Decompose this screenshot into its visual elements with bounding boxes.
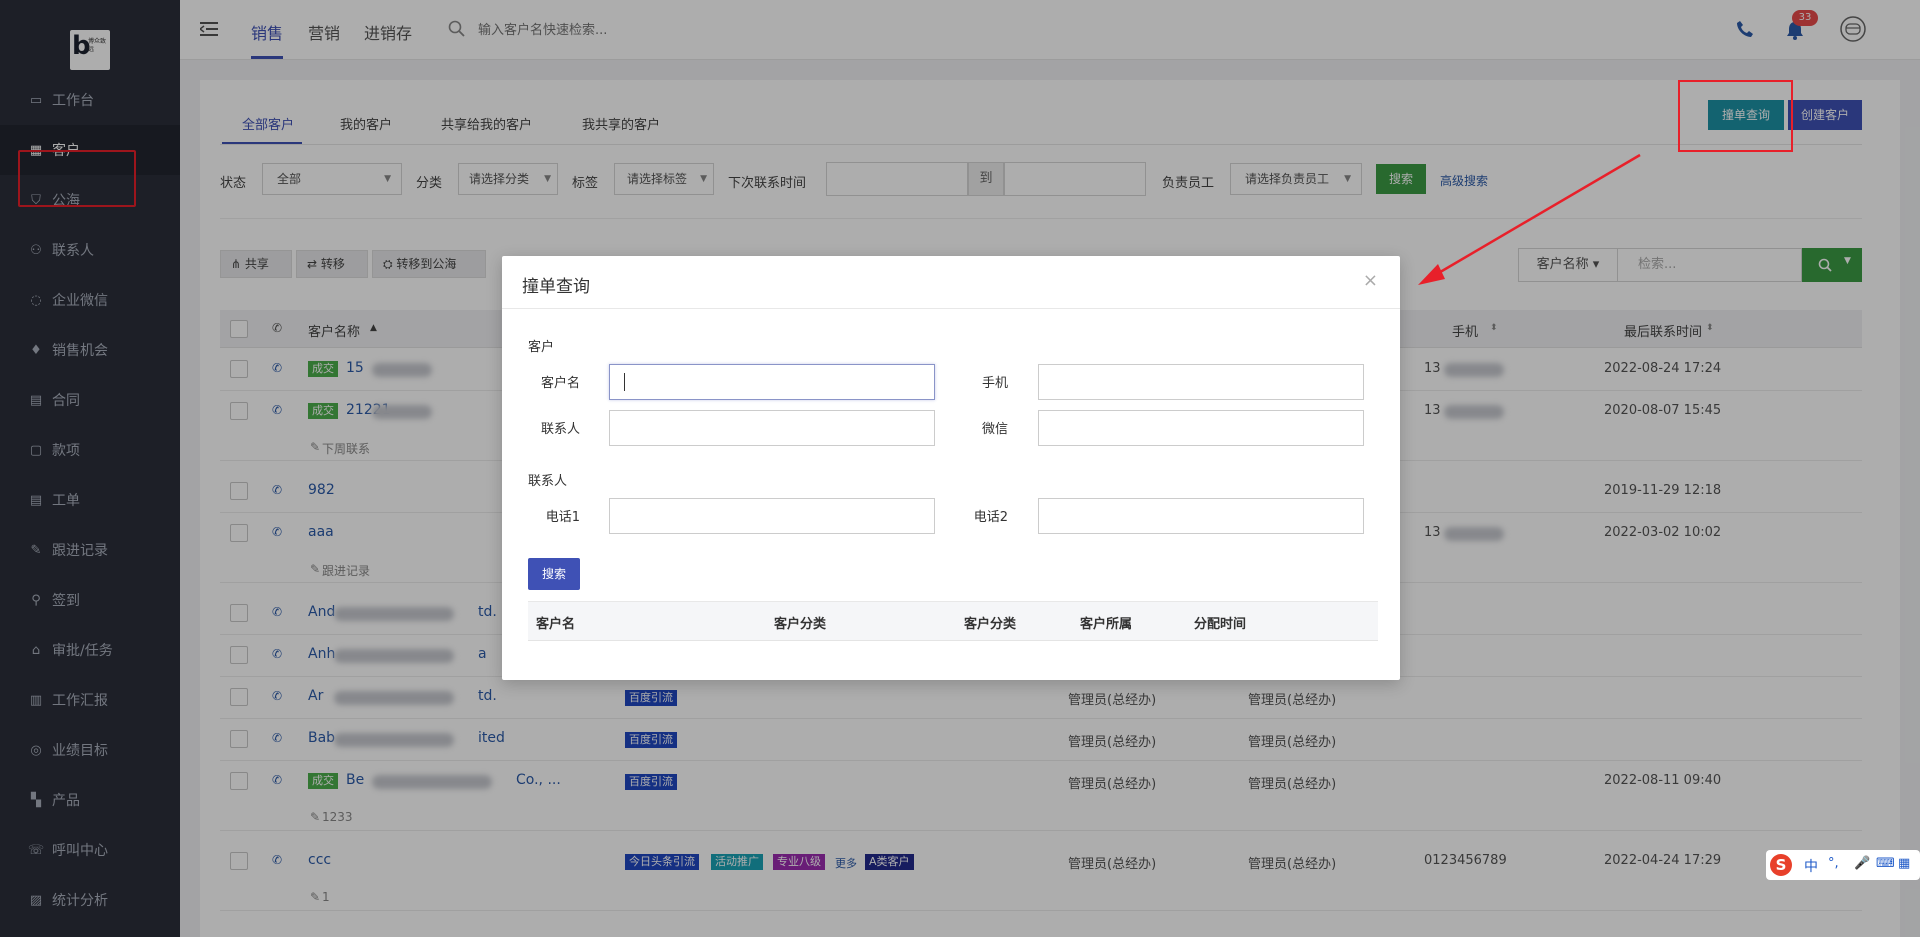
keyboard-icon[interactable]: ⌨ [1876, 856, 1895, 871]
wechat-input[interactable] [1038, 410, 1364, 446]
section-customer: 客户 [528, 340, 555, 355]
dialog-search-button[interactable]: 搜索 [528, 558, 580, 590]
ime-mode-chinese[interactable]: 中 [1804, 856, 1818, 876]
result-column-category: 客户分类 [774, 617, 827, 632]
result-column-customer: 客户名 [536, 617, 576, 632]
grid-icon[interactable]: ▦ [1898, 856, 1910, 871]
close-icon[interactable]: × [1363, 270, 1378, 291]
contact-input[interactable] [609, 410, 935, 446]
result-column-owner: 客户所属 [1080, 617, 1133, 632]
phone2-label: 电话2 [973, 510, 1008, 525]
result-column-category-2: 客户分类 [964, 617, 1017, 632]
wechat-label: 微信 [981, 422, 1008, 437]
ime-toolbar: S 中 °, 🎤 ⌨ ▦ [1766, 850, 1920, 880]
text-cursor [624, 373, 625, 391]
sogou-logo-icon[interactable]: S [1770, 854, 1792, 876]
dialog-divider [502, 308, 1400, 309]
mobile-input[interactable] [1038, 364, 1364, 400]
duplicate-query-dialog: 撞单查询 × 客户 客户名 手机 联系人 微信 联系人 电话1 电话2 搜索 客… [502, 256, 1400, 680]
phone1-input[interactable] [609, 498, 935, 534]
dialog-title: 撞单查询 [522, 277, 590, 297]
microphone-icon[interactable]: 🎤 [1854, 856, 1870, 871]
result-column-assigned-time: 分配时间 [1194, 617, 1247, 632]
phone2-input[interactable] [1038, 498, 1364, 534]
ime-punctuation[interactable]: °, [1828, 856, 1839, 871]
result-table-header: 客户名 客户分类 客户分类 客户所属 分配时间 [528, 601, 1378, 641]
mobile-label: 手机 [981, 376, 1008, 391]
section-contact: 联系人 [528, 474, 568, 489]
customer-name-label: 客户名 [540, 376, 580, 391]
query-button-annotation [1678, 80, 1793, 152]
customer-name-input[interactable] [609, 364, 935, 400]
phone1-label: 电话1 [545, 510, 580, 525]
contact-label: 联系人 [540, 422, 580, 437]
